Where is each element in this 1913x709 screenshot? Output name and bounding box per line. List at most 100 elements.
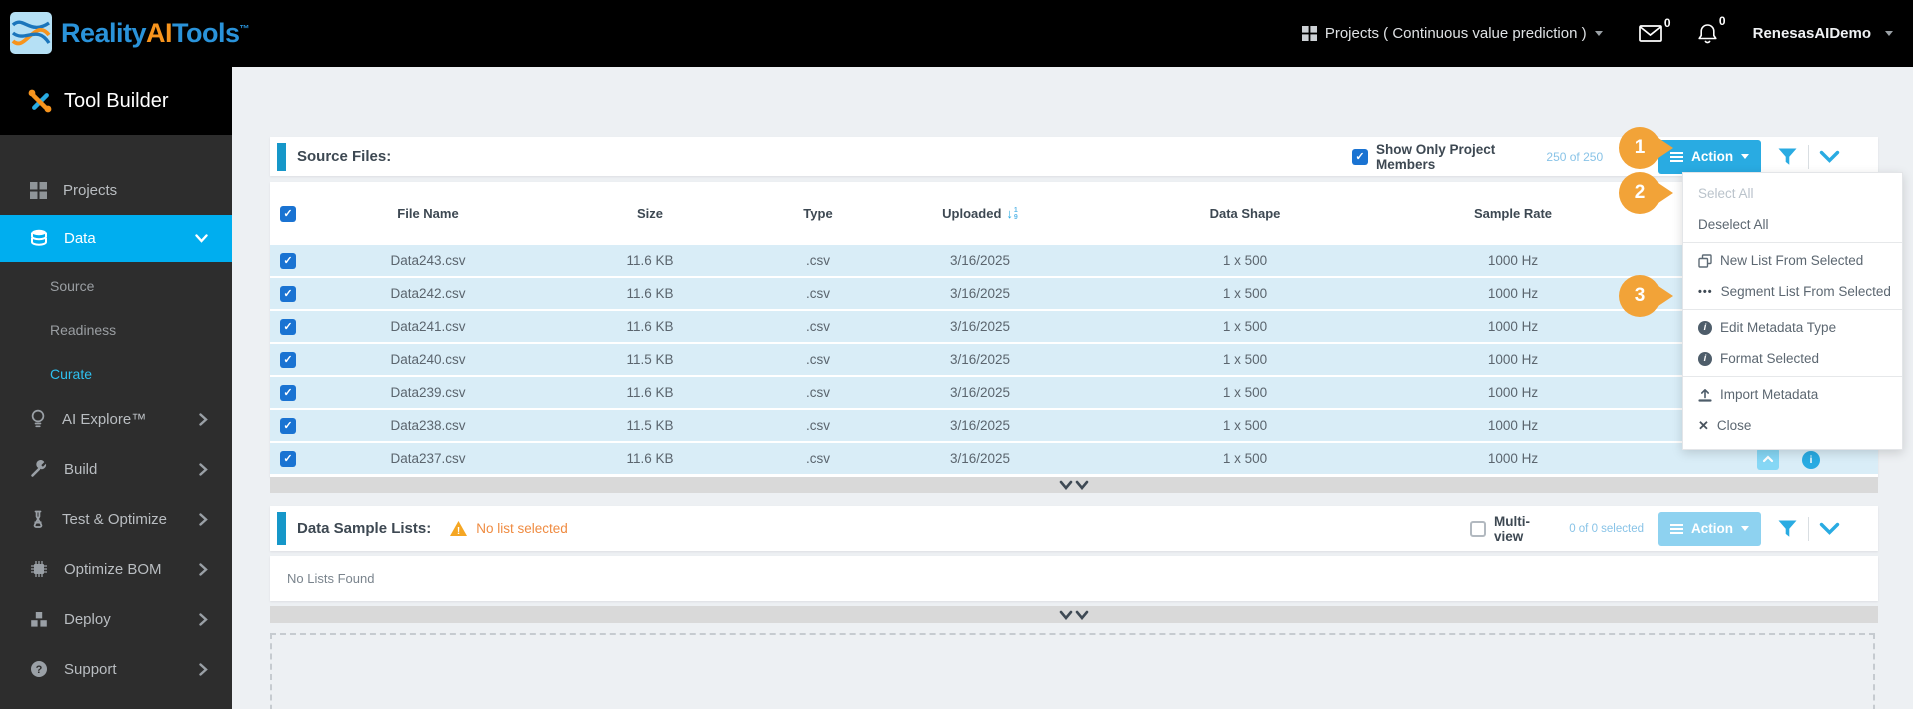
table-row[interactable]: ✓ Data243.csv 11.6 KB .csv 3/16/2025 1 x… [270,245,1878,276]
table-row[interactable]: ✓ Data237.csv 11.6 KB .csv 3/16/2025 1 x… [270,443,1878,474]
partially-hidden-info-button[interactable]: i [1802,451,1820,469]
show-only-project-members-checkbox[interactable]: ✓ [1352,148,1368,165]
upload-icon [1698,388,1712,402]
action-button[interactable]: Action [1658,139,1762,174]
sidebar-item-ai-explore[interactable]: AI Explore™ [0,394,232,444]
table-row[interactable]: ✓ Data238.csv 11.5 KB .csv 3/16/2025 1 x… [270,410,1878,441]
data-sample-lists-controls: Multi-view 0 of 0 selected Action [1470,506,1840,551]
cell-size: 11.5 KB [626,352,674,367]
filter-icon[interactable] [1777,519,1798,539]
menu-item-segment-list-from-selected[interactable]: ••• Segment List From Selected [1683,276,1902,307]
menu-item-select-all[interactable]: Select All [1683,178,1902,209]
menu-item-new-list-from-selected[interactable]: New List From Selected [1683,245,1902,276]
sidebar-item-source[interactable]: Source [0,264,232,308]
sidebar-item-curate[interactable]: Curate [0,352,232,396]
cell-type: .csv [805,418,830,433]
column-header-type[interactable]: Type [750,206,886,221]
cell-file-name: Data238.csv [390,418,466,433]
row-checkbox[interactable]: ✓ [280,252,296,269]
sidebar-item-label: Support [64,660,117,678]
cell-sample-rate: 1000 Hz [1487,352,1539,367]
table-row[interactable]: ✓ Data240.csv 11.5 KB .csv 3/16/2025 1 x… [270,344,1878,375]
sidebar-item-optimize-bom[interactable]: Optimize BOM [0,544,232,594]
sidebar-item-deploy[interactable]: Deploy [0,594,232,644]
sidebar-item-projects[interactable]: Projects [0,167,232,213]
menu-item-edit-metadata-type[interactable]: i Edit Metadata Type [1683,312,1902,343]
chevron-right-icon [199,462,208,476]
cell-sample-rate: 1000 Hz [1487,385,1539,400]
logo[interactable]: RealityAITools™ [10,12,250,54]
cubes-icon [30,611,48,628]
cell-type: .csv [805,451,830,466]
menu-item-import-metadata[interactable]: Import Metadata [1683,379,1902,410]
row-checkbox[interactable]: ✓ [280,351,296,368]
sidebar-item-readiness[interactable]: Readiness [0,308,232,352]
sidebar-subitem-label: Curate [50,366,93,382]
chevron-down-icon [1885,31,1893,36]
cell-file-name: Data241.csv [390,319,466,334]
question-icon: ? [30,660,48,678]
filter-icon[interactable] [1777,147,1798,167]
user-account-dropdown[interactable]: RenesasAIDemo [1753,25,1893,42]
menu-item-format-selected[interactable]: i Format Selected [1683,343,1902,374]
select-all-checkbox[interactable]: ✓ [280,205,296,222]
sidebar-item-label: Build [64,460,98,478]
notifications-count-badge: 0 [1718,14,1726,28]
notifications-button[interactable]: 0 [1698,14,1726,44]
chevron-down-icon [1741,154,1750,159]
cell-data-shape: 1 x 500 [1222,451,1268,466]
column-header-size[interactable]: Size [550,206,750,221]
cell-uploaded: 3/16/2025 [949,319,1011,334]
cell-file-name: Data240.csv [390,352,466,367]
sidebar-item-label: Deploy [64,610,111,628]
cell-uploaded: 3/16/2025 [949,352,1011,367]
bell-icon [1698,23,1717,44]
row-checkbox[interactable]: ✓ [280,417,296,434]
action-button-disabled[interactable]: Action [1658,511,1761,546]
row-checkbox[interactable]: ✓ [280,450,296,467]
column-header-uploaded[interactable]: Uploaded ↓ 19 [886,206,1074,221]
collapse-panel-chevron[interactable] [1819,150,1840,163]
tool-builder-header: Tool Builder [0,67,232,135]
projects-dropdown[interactable]: Projects ( Continuous value prediction ) [1301,25,1603,42]
menu-item-deselect-all[interactable]: Deselect All [1683,209,1902,240]
column-header-file-name[interactable]: File Name [306,206,550,221]
reality-ai-logo-icon [10,12,52,54]
cell-file-name: Data237.csv [390,451,466,466]
show-only-project-members-label: Show Only Project Members [1376,141,1496,172]
cell-sample-rate: 1000 Hz [1487,418,1539,433]
multi-view-checkbox[interactable] [1470,520,1486,537]
menu-item-close[interactable]: ✕ Close [1683,410,1902,441]
chevron-down-icon [195,234,208,243]
database-icon [30,229,48,248]
sidebar-item-label: Optimize BOM [64,560,162,578]
no-lists-found-text: No Lists Found [287,571,375,586]
sidebar-item-label: Data [64,230,96,247]
table-row[interactable]: ✓ Data239.csv 11.6 KB .csv 3/16/2025 1 x… [270,377,1878,408]
cell-uploaded: 3/16/2025 [949,253,1011,268]
row-checkbox[interactable]: ✓ [280,285,296,302]
callout-1: 1 [1619,127,1673,169]
messages-count-badge: 0 [1663,16,1671,30]
column-header-sample-rate[interactable]: Sample Rate [1416,206,1610,221]
collapse-handle-source-files[interactable] [270,477,1878,493]
cell-sample-rate: 1000 Hz [1487,253,1539,268]
messages-button[interactable]: 0 [1638,16,1671,42]
column-header-data-shape[interactable]: Data Shape [1074,206,1416,221]
no-list-warning-text: No list selected [476,521,568,536]
envelope-icon [1638,25,1662,42]
info-icon: i [1698,351,1712,366]
sidebar-item-build[interactable]: Build [0,444,232,494]
row-checkbox[interactable]: ✓ [280,384,296,401]
cell-type: .csv [805,385,830,400]
sidebar-item-data[interactable]: Data [0,215,232,262]
clone-icon [1698,253,1712,268]
collapse-panel-chevron[interactable] [1819,522,1840,535]
partially-hidden-button[interactable] [1757,448,1779,470]
chevron-right-icon [199,512,208,526]
collapse-handle-sample-lists[interactable] [270,606,1878,623]
sidebar-item-support[interactable]: ? Support [0,644,232,694]
row-checkbox[interactable]: ✓ [280,318,296,335]
sidebar-item-test-optimize[interactable]: Test & Optimize [0,494,232,544]
data-sample-lists-title: Data Sample Lists: [297,520,432,537]
